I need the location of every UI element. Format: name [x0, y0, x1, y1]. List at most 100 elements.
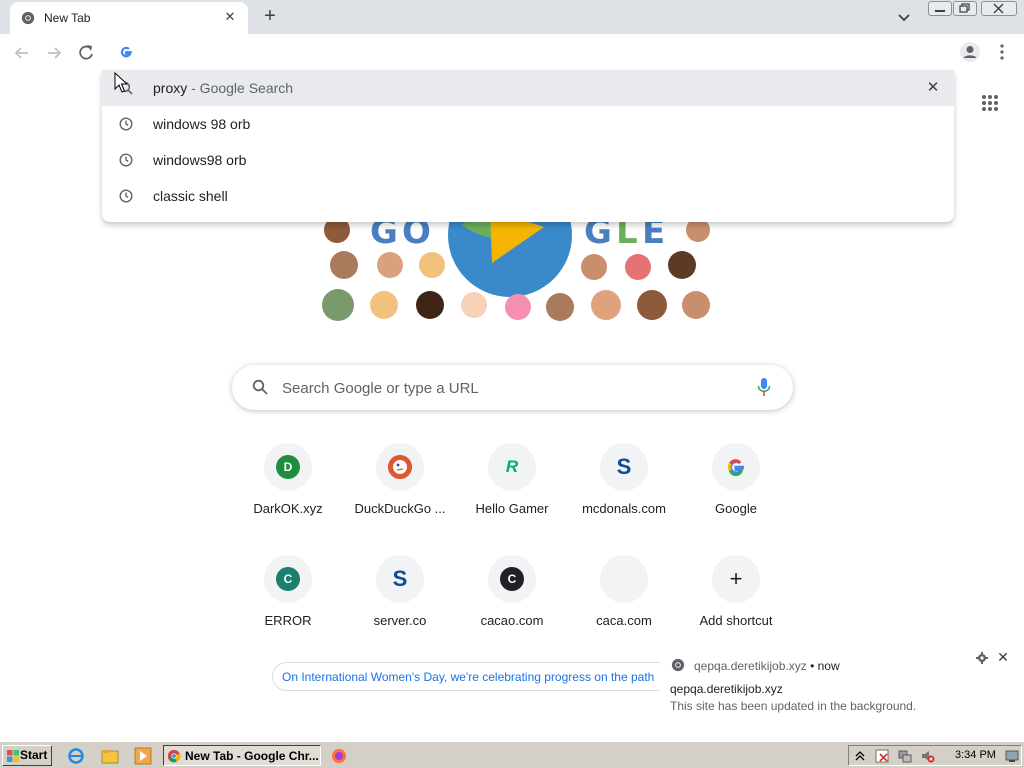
security-alert-icon[interactable] — [875, 749, 889, 763]
kebab-menu-icon[interactable] — [994, 42, 1010, 62]
shortcut-label: caca.com — [596, 613, 652, 628]
show-desktop-icon[interactable] — [1005, 749, 1019, 763]
blank-icon — [612, 567, 636, 591]
suggestion-text: classic shell — [153, 188, 228, 204]
letter-c-icon: C — [500, 567, 524, 591]
promo-link[interactable]: On International Women's Day, we're cele… — [272, 662, 672, 691]
letter-c-icon: C — [276, 567, 300, 591]
desktop-screen: New Tab ✕ + proxy - Google Search ✕ wind… — [0, 0, 1024, 768]
google-doodle-image[interactable]: G O G L E — [312, 205, 716, 330]
search-box[interactable] — [232, 365, 793, 410]
profile-avatar-icon[interactable] — [959, 41, 981, 63]
search-input[interactable] — [282, 377, 742, 399]
tab-search-chevron-icon[interactable] — [895, 8, 913, 26]
shortcut-label: DuckDuckGo ... — [354, 501, 446, 516]
suggestion-item-windows-98-orb[interactable]: windows 98 orb — [102, 106, 954, 142]
promo-text: On International Women's Day, we're cele… — [282, 670, 655, 684]
suggestion-item-proxy[interactable]: proxy - Google Search ✕ — [102, 70, 954, 106]
firefox-icon[interactable] — [331, 748, 347, 764]
shortcut-icon-container: S — [376, 555, 424, 603]
start-button[interactable]: Start — [2, 745, 52, 766]
shortcut-label: Hello Gamer — [475, 501, 549, 516]
shortcut-duckduckgo[interactable]: DuckDuckGo ... — [344, 443, 456, 543]
shortcut-cacao[interactable]: C cacao.com — [456, 555, 568, 655]
tab-strip: New Tab ✕ + — [0, 0, 1024, 34]
notification-header: qepqa.deretikijob.xyz • now — [694, 659, 840, 673]
suggestion-item-classic-shell[interactable]: classic shell — [102, 178, 954, 214]
notification-title: qepqa.deretikijob.xyz — [670, 682, 783, 696]
explorer-folder-icon[interactable] — [101, 747, 119, 765]
network-icon[interactable] — [898, 749, 912, 763]
gear-icon[interactable] — [976, 652, 988, 664]
chrome-icon — [21, 11, 35, 25]
shortcut-icon-container — [712, 443, 760, 491]
omnibox-suggestions-dropdown: proxy - Google Search ✕ windows 98 orb w… — [102, 70, 954, 222]
taskbar-task-chrome[interactable]: New Tab - Google Chr... — [163, 745, 321, 766]
google-g-icon — [120, 46, 132, 58]
windows-logo-icon — [7, 750, 19, 762]
roblox-icon: R — [505, 457, 519, 476]
internet-explorer-icon[interactable] — [67, 747, 85, 765]
tray-expand-chevron-icon[interactable] — [853, 749, 867, 763]
shortcut-label: mcdonals.com — [582, 501, 666, 516]
microphone-icon[interactable] — [757, 377, 771, 397]
taskbar-clock: 3:34 PM — [955, 749, 996, 761]
search-icon — [252, 379, 268, 395]
remove-suggestion-close-icon[interactable]: ✕ — [924, 79, 942, 97]
restore-icon — [959, 3, 970, 13]
google-apps-grid-icon[interactable] — [981, 94, 999, 112]
chrome-icon — [167, 749, 181, 763]
forward-arrow-icon[interactable] — [43, 42, 65, 64]
volume-muted-icon[interactable] — [921, 749, 935, 763]
shortcut-google[interactable]: Google — [680, 443, 792, 543]
suggestion-text: proxy - Google Search — [153, 80, 294, 96]
start-label: Start — [20, 748, 48, 762]
s-logo-icon: S — [616, 454, 632, 479]
minimize-icon — [935, 10, 945, 12]
add-shortcut-button[interactable]: + Add shortcut — [680, 555, 792, 655]
tab-close-icon[interactable]: ✕ — [222, 9, 238, 25]
window-restore-button[interactable] — [953, 1, 977, 16]
window-close-button[interactable] — [981, 1, 1017, 16]
shortcut-icon-container: C — [264, 555, 312, 603]
notification-body: This site has been updated in the backgr… — [670, 699, 917, 713]
address-bar[interactable] — [102, 34, 954, 70]
media-player-icon[interactable] — [134, 747, 152, 765]
shortcut-darkok[interactable]: D DarkOK.xyz — [232, 443, 344, 543]
history-clock-icon — [119, 189, 133, 203]
shortcut-label: ERROR — [264, 613, 312, 628]
suggestion-text: windows 98 orb — [153, 116, 251, 132]
windows-taskbar: Start New Tab - Google Chr... 3:34 PM — [0, 741, 1024, 768]
mouse-cursor-icon — [114, 72, 128, 93]
duckduckgo-icon — [388, 455, 412, 479]
back-arrow-icon[interactable] — [11, 42, 33, 64]
shortcut-icon-container: C — [488, 555, 536, 603]
shortcut-icon-container — [600, 555, 648, 603]
shortcut-error[interactable]: C ERROR — [232, 555, 344, 655]
window-minimize-button[interactable] — [928, 1, 952, 16]
history-clock-icon — [119, 153, 133, 167]
shortcut-icon-container: R — [488, 443, 536, 491]
suggestion-item-windows98-orb[interactable]: windows98 orb — [102, 142, 954, 178]
shortcut-server-co[interactable]: S server.co — [344, 555, 456, 655]
system-tray: 3:34 PM — [848, 745, 1022, 766]
shortcut-hello-gamer[interactable]: R Hello Gamer — [456, 443, 568, 543]
tab-new-tab[interactable]: New Tab ✕ — [10, 2, 248, 34]
shortcut-icon-container: + — [712, 555, 760, 603]
new-tab-button[interactable]: + — [259, 5, 281, 27]
tab-title: New Tab — [44, 11, 91, 25]
letter-d-icon: D — [276, 455, 300, 479]
history-clock-icon — [119, 117, 133, 131]
google-g-icon — [727, 459, 744, 477]
shortcut-label: Google — [715, 501, 757, 516]
site-notification[interactable]: qepqa.deretikijob.xyz • now ✕ qepqa.dere… — [660, 645, 1024, 725]
shortcut-mcdonals[interactable]: S mcdonals.com — [568, 443, 680, 543]
shortcut-icon-container: S — [600, 443, 648, 491]
shortcut-caca[interactable]: caca.com — [568, 555, 680, 655]
notification-close-icon[interactable]: ✕ — [996, 650, 1010, 664]
shortcut-icon-container — [376, 443, 424, 491]
shortcut-label: cacao.com — [480, 613, 544, 628]
suggestion-text: windows98 orb — [153, 152, 247, 168]
reload-icon[interactable] — [75, 42, 97, 64]
s-logo-icon: S — [392, 566, 408, 591]
